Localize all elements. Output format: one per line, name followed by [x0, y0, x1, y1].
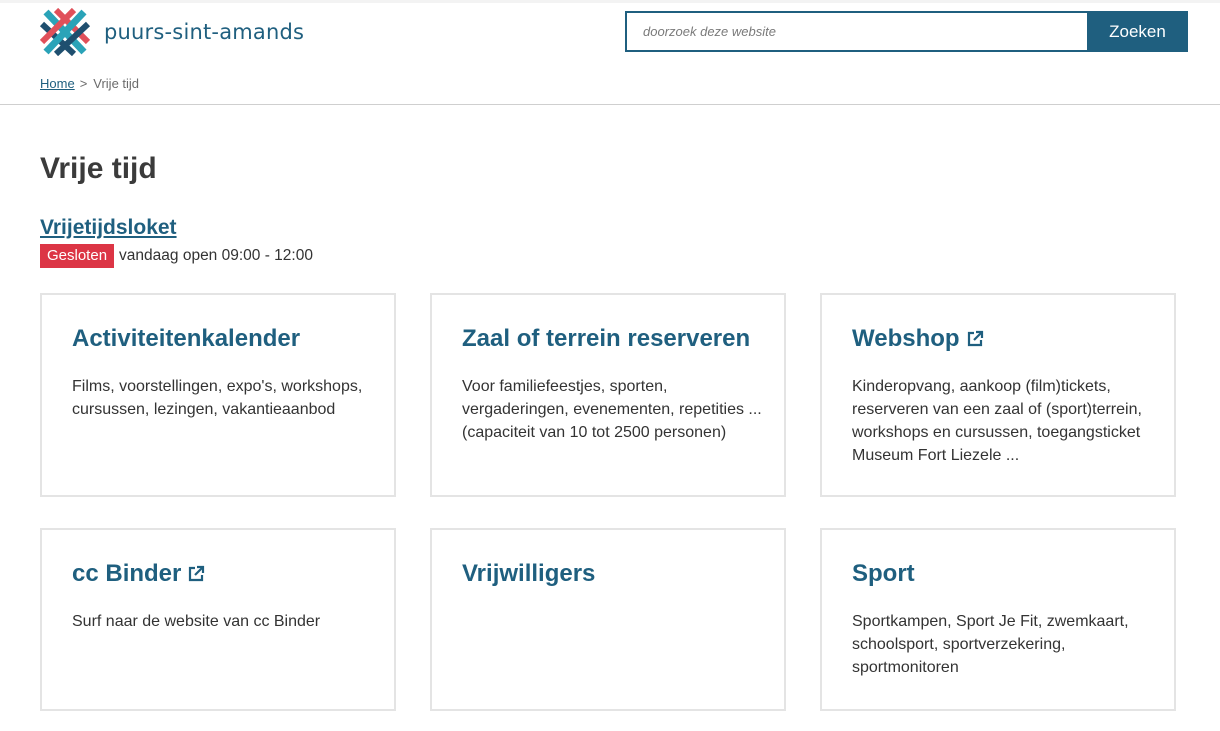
card-description: Surf naar de website van cc Binder [72, 613, 321, 630]
loket-link[interactable]: Vrijetijdsloket [40, 216, 177, 239]
external-link-icon [967, 330, 983, 347]
card-title: Sport [852, 560, 915, 587]
logo-mark-icon [40, 8, 90, 56]
external-link-icon [189, 565, 205, 582]
breadcrumb-current: Vrije tijd [93, 76, 140, 91]
site-logo[interactable]: puurs-sint-amands [40, 8, 304, 56]
status-badge: Gesloten [40, 244, 115, 268]
loket-heading: Vrijetijdsloket [40, 216, 177, 240]
card-activiteitenkalender[interactable]: Activiteitenkalender Films, voorstelling… [40, 293, 396, 497]
card-description: Sportkampen, Sport Je Fit, zwemkaart, sc… [852, 613, 1129, 676]
card-title: Vrijwilligers [462, 560, 596, 587]
card-title: Zaal of terrein reserveren [462, 325, 751, 352]
search-input[interactable] [625, 11, 1087, 52]
card-cc-binder[interactable]: cc Binder Surf naar de website van cc Bi… [40, 528, 396, 711]
card-title: Activiteitenkalender [72, 325, 301, 352]
card-description: Voor familiefeestjes, sporten, vergaderi… [462, 378, 762, 441]
search-form: Zoeken [625, 11, 1188, 52]
card-zaal-reserveren[interactable]: Zaal of terrein reserveren Voor familief… [430, 293, 786, 497]
card-webshop[interactable]: Webshop Kinderopvang, aankoop (film)tick… [820, 293, 1176, 497]
card-vrijwilligers[interactable]: Vrijwilligers [430, 528, 786, 711]
search-button[interactable]: Zoeken [1087, 11, 1188, 52]
card-title: Webshop [852, 325, 984, 353]
site-header: puurs-sint-amands Zoeken Home > Vrije tijd [0, 0, 1220, 105]
card-description: Films, voorstellingen, expo's, workshops… [72, 378, 363, 418]
card-description: Kinderopvang, aankoop (film)tickets, res… [852, 378, 1142, 464]
breadcrumb-home-link[interactable]: Home [40, 76, 75, 91]
logo-text: puurs-sint-amands [104, 20, 305, 44]
opening-status: Gesloten vandaag open 09:00 - 12:00 [40, 244, 313, 268]
breadcrumb-separator: > [79, 76, 88, 91]
opening-hours: vandaag open 09:00 - 12:00 [119, 247, 313, 264]
page-title: Vrije tijd [40, 152, 157, 185]
card-sport[interactable]: Sport Sportkampen, Sport Je Fit, zwemkaa… [820, 528, 1176, 711]
card-title: cc Binder [72, 560, 205, 588]
breadcrumb: Home > Vrije tijd [40, 76, 139, 91]
